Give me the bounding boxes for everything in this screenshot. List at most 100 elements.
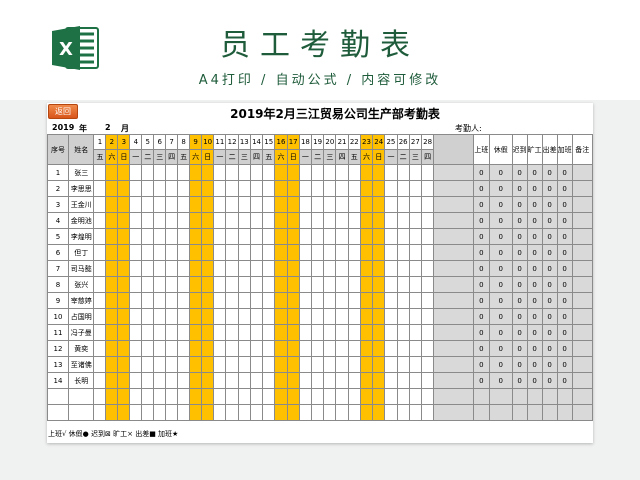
attendance-cell[interactable] <box>189 164 203 181</box>
attendance-cell[interactable] <box>274 180 288 197</box>
attendance-cell[interactable] <box>237 356 251 373</box>
attendance-cell[interactable] <box>153 196 167 213</box>
attendance-cell[interactable] <box>286 260 300 277</box>
attendance-cell[interactable] <box>396 244 410 261</box>
attendance-cell[interactable] <box>165 292 179 309</box>
attendance-cell[interactable] <box>141 308 155 325</box>
attendance-cell[interactable] <box>117 340 131 357</box>
attendance-cell[interactable] <box>153 180 167 197</box>
attendance-cell[interactable] <box>311 212 325 229</box>
attendance-cell[interactable] <box>335 388 349 405</box>
attendance-cell[interactable] <box>323 388 337 405</box>
attendance-cell[interactable] <box>335 260 349 277</box>
attendance-cell[interactable] <box>420 212 435 229</box>
attendance-cell[interactable] <box>165 212 179 229</box>
attendance-cell[interactable] <box>372 308 386 325</box>
attendance-cell[interactable] <box>274 372 288 389</box>
attendance-cell[interactable] <box>384 388 398 405</box>
attendance-cell[interactable] <box>262 164 276 181</box>
attendance-cell[interactable] <box>201 404 215 421</box>
attendance-cell[interactable] <box>141 388 155 405</box>
attendance-cell[interactable] <box>201 164 215 181</box>
attendance-cell[interactable] <box>323 404 337 421</box>
attendance-cell[interactable] <box>396 260 410 277</box>
attendance-cell[interactable] <box>298 372 313 389</box>
attendance-cell[interactable] <box>105 228 119 245</box>
attendance-cell[interactable] <box>347 324 361 341</box>
attendance-cell[interactable] <box>323 196 337 213</box>
attendance-cell[interactable] <box>249 260 264 277</box>
attendance-cell[interactable] <box>141 276 155 293</box>
attendance-cell[interactable] <box>359 340 374 357</box>
attendance-cell[interactable] <box>384 308 398 325</box>
attendance-cell[interactable] <box>213 308 227 325</box>
attendance-cell[interactable] <box>153 340 167 357</box>
remark-cell[interactable] <box>571 212 594 229</box>
attendance-cell[interactable] <box>189 228 203 245</box>
attendance-cell[interactable] <box>225 324 239 341</box>
attendance-cell[interactable] <box>129 308 143 325</box>
attendance-cell[interactable] <box>237 228 251 245</box>
attendance-cell[interactable] <box>141 228 155 245</box>
remark-cell[interactable] <box>571 308 594 325</box>
attendance-cell[interactable] <box>117 324 131 341</box>
attendance-cell[interactable] <box>408 164 422 181</box>
return-button[interactable]: 返回 <box>48 104 78 119</box>
attendance-cell[interactable] <box>117 404 131 421</box>
attendance-cell[interactable] <box>165 260 179 277</box>
attendance-cell[interactable] <box>141 164 155 181</box>
attendance-cell[interactable] <box>408 180 422 197</box>
attendance-cell[interactable] <box>249 164 264 181</box>
attendance-cell[interactable] <box>347 388 361 405</box>
attendance-cell[interactable] <box>117 308 131 325</box>
attendance-cell[interactable] <box>323 260 337 277</box>
attendance-cell[interactable] <box>298 388 313 405</box>
attendance-cell[interactable] <box>93 292 107 309</box>
attendance-cell[interactable] <box>262 260 276 277</box>
attendance-cell[interactable] <box>93 324 107 341</box>
attendance-cell[interactable] <box>384 196 398 213</box>
attendance-cell[interactable] <box>396 292 410 309</box>
attendance-cell[interactable] <box>213 356 227 373</box>
attendance-cell[interactable] <box>396 276 410 293</box>
attendance-cell[interactable] <box>105 292 119 309</box>
attendance-cell[interactable] <box>189 340 203 357</box>
remark-cell[interactable] <box>571 292 594 309</box>
attendance-cell[interactable] <box>141 292 155 309</box>
attendance-cell[interactable] <box>396 196 410 213</box>
attendance-cell[interactable] <box>420 324 435 341</box>
attendance-cell[interactable] <box>237 292 251 309</box>
attendance-cell[interactable] <box>420 244 435 261</box>
attendance-cell[interactable] <box>105 404 119 421</box>
attendance-cell[interactable] <box>201 340 215 357</box>
attendance-cell[interactable] <box>105 196 119 213</box>
attendance-cell[interactable] <box>286 356 300 373</box>
attendance-cell[interactable] <box>237 212 251 229</box>
attendance-cell[interactable] <box>249 340 264 357</box>
attendance-cell[interactable] <box>335 164 349 181</box>
remark-cell[interactable] <box>571 228 594 245</box>
attendance-cell[interactable] <box>408 212 422 229</box>
attendance-cell[interactable] <box>372 244 386 261</box>
attendance-cell[interactable] <box>105 372 119 389</box>
attendance-cell[interactable] <box>396 164 410 181</box>
attendance-cell[interactable] <box>105 180 119 197</box>
attendance-cell[interactable] <box>323 292 337 309</box>
attendance-cell[interactable] <box>201 356 215 373</box>
attendance-cell[interactable] <box>408 372 422 389</box>
attendance-cell[interactable] <box>408 388 422 405</box>
attendance-cell[interactable] <box>93 356 107 373</box>
attendance-cell[interactable] <box>298 292 313 309</box>
attendance-cell[interactable] <box>396 372 410 389</box>
attendance-cell[interactable] <box>359 180 374 197</box>
attendance-cell[interactable] <box>372 212 386 229</box>
attendance-cell[interactable] <box>105 356 119 373</box>
attendance-cell[interactable] <box>311 244 325 261</box>
attendance-cell[interactable] <box>262 404 276 421</box>
attendance-cell[interactable] <box>420 276 435 293</box>
attendance-cell[interactable] <box>262 196 276 213</box>
attendance-cell[interactable] <box>117 196 131 213</box>
attendance-cell[interactable] <box>335 308 349 325</box>
attendance-cell[interactable] <box>347 308 361 325</box>
attendance-cell[interactable] <box>408 276 422 293</box>
